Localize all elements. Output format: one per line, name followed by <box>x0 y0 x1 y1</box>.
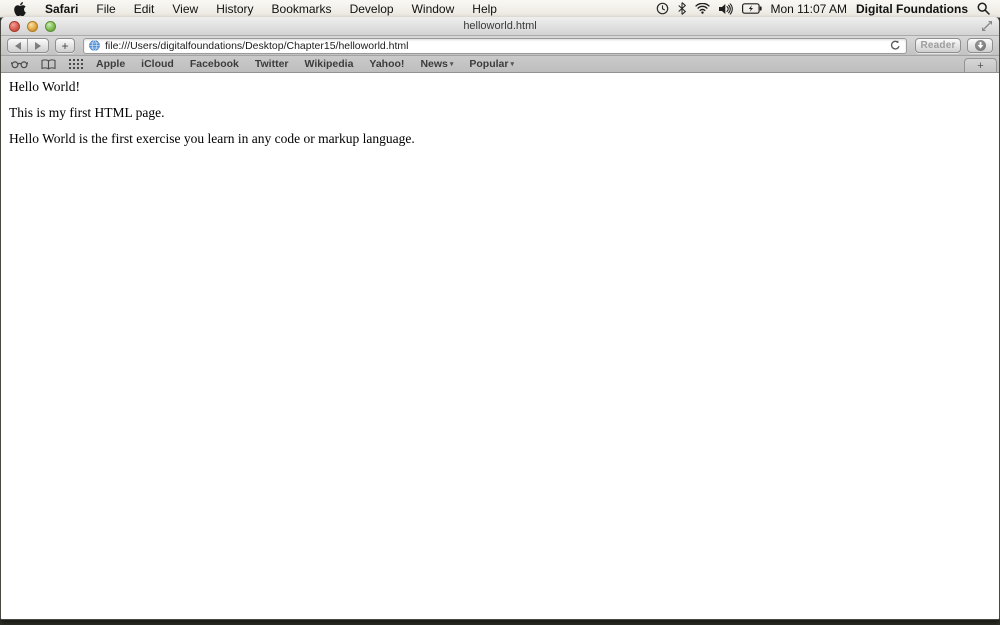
address-bar[interactable]: file:///Users/digitalfoundations/Desktop… <box>83 37 907 54</box>
bookmark-apple[interactable]: Apple <box>96 58 125 70</box>
menu-help[interactable]: Help <box>463 0 506 18</box>
paragraph-hello-world: Hello World! <box>9 79 81 94</box>
menu-develop[interactable]: Develop <box>341 0 403 18</box>
volume-icon[interactable] <box>718 2 733 15</box>
circle-down-arrow-icon <box>974 40 986 51</box>
new-tab-button[interactable]: + <box>964 58 997 72</box>
menu-window[interactable]: Window <box>403 0 464 18</box>
back-button[interactable] <box>8 39 28 52</box>
chevron-right-icon <box>35 41 41 50</box>
bluetooth-icon[interactable] <box>677 2 686 15</box>
window-title-bar[interactable]: helloworld.html <box>1 17 999 36</box>
bookmark-facebook[interactable]: Facebook <box>190 58 239 70</box>
fast-user-switching-menu[interactable]: Digital Foundations <box>856 2 968 16</box>
browser-toolbar: + file:///Users/digitalfoundations/Deskt… <box>1 36 999 56</box>
bookmark-icloud[interactable]: iCloud <box>141 58 174 70</box>
url-text[interactable]: file:///Users/digitalfoundations/Desktop… <box>105 40 885 52</box>
bookmark-folder-popular[interactable]: Popular ▾ <box>469 58 514 70</box>
wifi-icon[interactable] <box>694 3 710 14</box>
menu-safari[interactable]: Safari <box>36 0 87 18</box>
time-machine-icon[interactable] <box>656 2 669 15</box>
menu-edit[interactable]: Edit <box>125 0 164 18</box>
paragraph-exercise: Hello World is the first exercise you le… <box>9 131 415 146</box>
spotlight-icon[interactable] <box>977 2 990 15</box>
top-sites-grid-icon[interactable] <box>69 59 83 69</box>
chevron-down-icon: ▾ <box>449 61 454 68</box>
chevron-left-icon <box>14 41 21 50</box>
menu-bar-clock[interactable]: Mon 11:07 AM <box>771 2 848 16</box>
safari-window: helloworld.html + file:///Users/digitalf… <box>0 17 1000 620</box>
bookmark-twitter[interactable]: Twitter <box>255 58 289 70</box>
bookmark-wikipedia[interactable]: Wikipedia <box>305 58 354 70</box>
minimize-button[interactable] <box>27 20 38 32</box>
traffic-lights <box>9 17 56 35</box>
fullscreen-icon[interactable] <box>981 20 993 32</box>
apple-menu-icon[interactable] <box>12 1 36 16</box>
close-button[interactable] <box>9 20 20 32</box>
downloads-button[interactable] <box>967 38 993 53</box>
window-title: helloworld.html <box>463 20 537 32</box>
bookmark-folder-news[interactable]: News ▾ <box>420 58 453 70</box>
menu-view[interactable]: View <box>163 0 207 18</box>
reader-button[interactable]: Reader <box>915 38 961 53</box>
new-tab-toolbar-button[interactable]: + <box>55 38 75 53</box>
menu-bookmarks[interactable]: Bookmarks <box>263 0 341 18</box>
reading-list-glasses-icon[interactable] <box>11 59 28 69</box>
battery-icon[interactable] <box>741 3 762 14</box>
chevron-down-icon: ▾ <box>510 61 514 68</box>
bookmarks-bar: Apple iCloud Facebook Twitter Wikipedia … <box>1 56 999 73</box>
menu-history[interactable]: History <box>207 0 262 18</box>
bookmark-yahoo[interactable]: Yahoo! <box>369 58 404 70</box>
page-favicon-globe-icon <box>89 40 100 51</box>
reload-icon[interactable] <box>890 40 901 51</box>
macos-menu-bar: Safari File Edit View History Bookmarks … <box>0 0 1000 18</box>
bookmarks-book-icon[interactable] <box>41 58 56 70</box>
web-page-content: Hello World! This is my first HTML page.… <box>1 73 999 619</box>
menu-file[interactable]: File <box>87 0 124 18</box>
history-nav-group <box>7 38 49 53</box>
paragraph-first-html-page: This is my first HTML page. <box>9 105 165 120</box>
forward-button[interactable] <box>28 39 48 52</box>
zoom-button[interactable] <box>45 20 56 32</box>
